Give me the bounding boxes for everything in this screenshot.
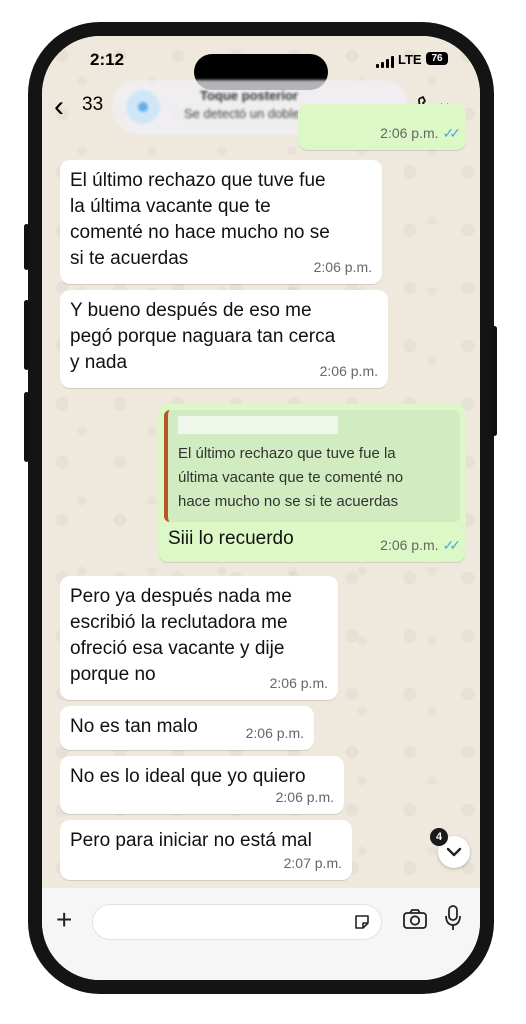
message-bubble-incoming[interactable]: Pero ya después nada me escribió la recl… [60, 576, 338, 700]
message-bubble-incoming[interactable]: No es lo ideal que yo quiero 2:06 p.m. [60, 756, 344, 814]
message-time: 2:06 p.m. [380, 537, 439, 553]
message-time: 2:06 p.m. [269, 675, 328, 691]
notification-icon [126, 90, 160, 124]
battery-icon: 76 [426, 52, 448, 65]
message-meta: 2:06 p.m. ✓✓ [380, 120, 462, 146]
unread-chats-count[interactable]: 33 [82, 94, 103, 116]
camera-icon[interactable] [402, 908, 428, 930]
quoted-sender-redacted [178, 416, 338, 434]
message-time: 2:06 p.m. [275, 789, 334, 805]
sticker-icon[interactable] [353, 913, 371, 931]
signal-icon [376, 56, 394, 68]
message-text: Siii lo recuerdo [168, 528, 294, 549]
message-bubble-outgoing[interactable]: 2:06 p.m. ✓✓ [298, 104, 466, 150]
status-time: 2:12 [90, 50, 125, 69]
message-time: 2:06 p.m. [245, 725, 304, 741]
side-button-mute [24, 224, 29, 270]
message-time: 2:07 p.m. [283, 855, 342, 871]
quoted-message[interactable]: El último rechazo que tuve fue la última… [164, 410, 460, 522]
notification-title: Toque posterior [200, 88, 298, 103]
plus-icon[interactable]: + [56, 906, 72, 934]
message-bubble-incoming[interactable]: Y bueno después de eso me pegó porque na… [60, 290, 388, 388]
side-button-volume-up [24, 300, 29, 370]
double-check-icon: ✓✓ [442, 125, 462, 141]
message-composer: + [42, 888, 480, 980]
message-bubble-incoming[interactable]: No es tan malo 2:06 p.m. [60, 706, 314, 750]
message-time: 2:06 p.m. [380, 125, 439, 141]
double-check-icon: ✓✓ [442, 537, 462, 553]
message-bubble-incoming[interactable]: Pero para iniciar no está mal 2:07 p.m. [60, 820, 352, 880]
status-bar: 2:12 LTE 76 [42, 36, 480, 90]
message-time: 2:06 p.m. [313, 259, 372, 275]
network-type: LTE [398, 52, 422, 67]
message-bubble-incoming[interactable]: El último rechazo que tuve fue la última… [60, 160, 382, 284]
side-button-volume-down [24, 392, 29, 462]
back-chevron-icon[interactable]: ‹ [54, 92, 64, 122]
quoted-text: El último rechazo que tuve fue la última… [178, 445, 404, 510]
message-input[interactable] [92, 904, 382, 940]
message-time: 2:06 p.m. [319, 363, 378, 379]
unread-count-badge: 4 [430, 828, 448, 846]
message-bubble-outgoing-reply[interactable]: El último rechazo que tuve fue la última… [158, 404, 466, 562]
phone-screen: 2:12 LTE 76 ‹ 33 Toque posterior Se dete… [42, 36, 480, 980]
message-meta: 2:06 p.m. ✓✓ [380, 532, 462, 558]
side-button-power [492, 326, 497, 436]
microphone-icon[interactable] [444, 904, 462, 932]
